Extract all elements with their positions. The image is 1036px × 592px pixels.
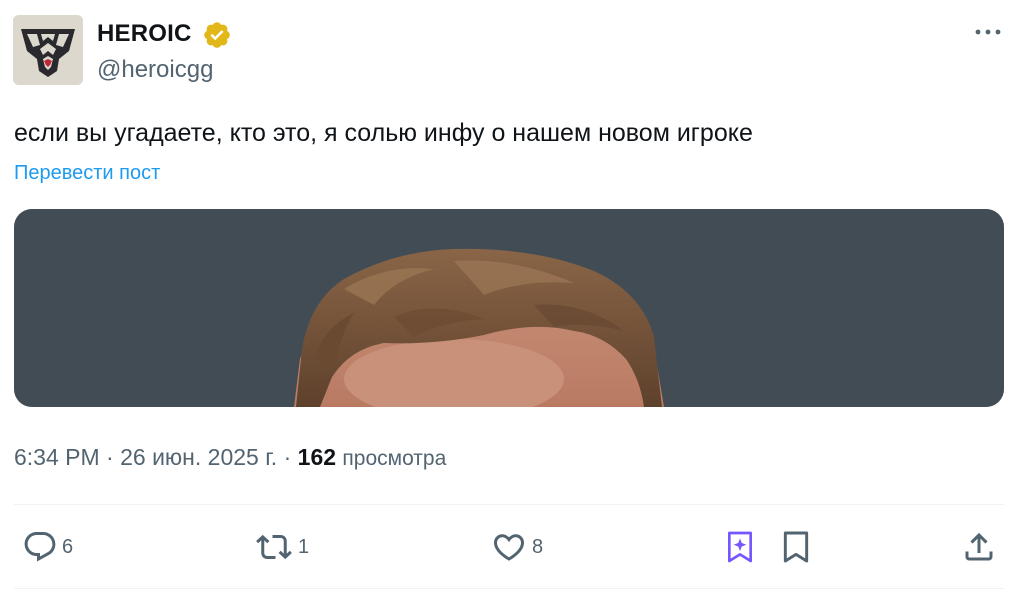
avatar[interactable] [13, 15, 83, 85]
retweet-icon [256, 534, 292, 560]
person-photo-image [14, 209, 1004, 407]
like-count: 8 [532, 536, 544, 558]
reply-count: 6 [62, 536, 74, 558]
post-meta: 6:34 PM · 26 июн. 2025 г. · 162 просмотр… [14, 442, 446, 474]
views-count[interactable]: 162 [298, 444, 336, 470]
meta-separator: · [106, 444, 114, 470]
like-button[interactable]: 8 [490, 520, 543, 574]
action-bar: 6 1 8 [0, 520, 1036, 574]
retweet-button[interactable]: 1 [254, 520, 309, 574]
reply-button[interactable]: 6 [22, 520, 73, 574]
views-label[interactable]: просмотра [342, 447, 446, 470]
post-time[interactable]: 6:34 PM [14, 444, 100, 470]
bookmark-icon [783, 531, 809, 563]
heroic-logo-icon [13, 15, 83, 85]
reply-icon [24, 532, 56, 562]
post-image[interactable] [14, 209, 1004, 407]
retweet-count: 1 [298, 536, 310, 558]
more-dots-icon [975, 29, 1001, 35]
translate-post-link[interactable]: Перевести пост [14, 160, 160, 186]
share-button[interactable] [961, 520, 997, 574]
post-date[interactable]: 26 июн. 2025 г. [120, 444, 277, 470]
grok-bookmark-sparkle-icon [728, 531, 752, 563]
author-handle[interactable]: @heroicgg [97, 55, 213, 85]
author-name[interactable]: HEROIC [97, 19, 192, 49]
grok-button[interactable] [724, 520, 756, 574]
meta-separator: · [283, 444, 292, 470]
share-icon [965, 532, 993, 561]
post-text: если вы угадаете, кто это, я солью инфу … [14, 119, 753, 147]
heart-icon [493, 534, 525, 561]
more-options-button[interactable] [970, 18, 1006, 46]
divider [14, 504, 1004, 505]
divider [14, 588, 1004, 589]
bookmark-button[interactable] [780, 520, 812, 574]
verified-badge-icon[interactable] [202, 20, 232, 50]
